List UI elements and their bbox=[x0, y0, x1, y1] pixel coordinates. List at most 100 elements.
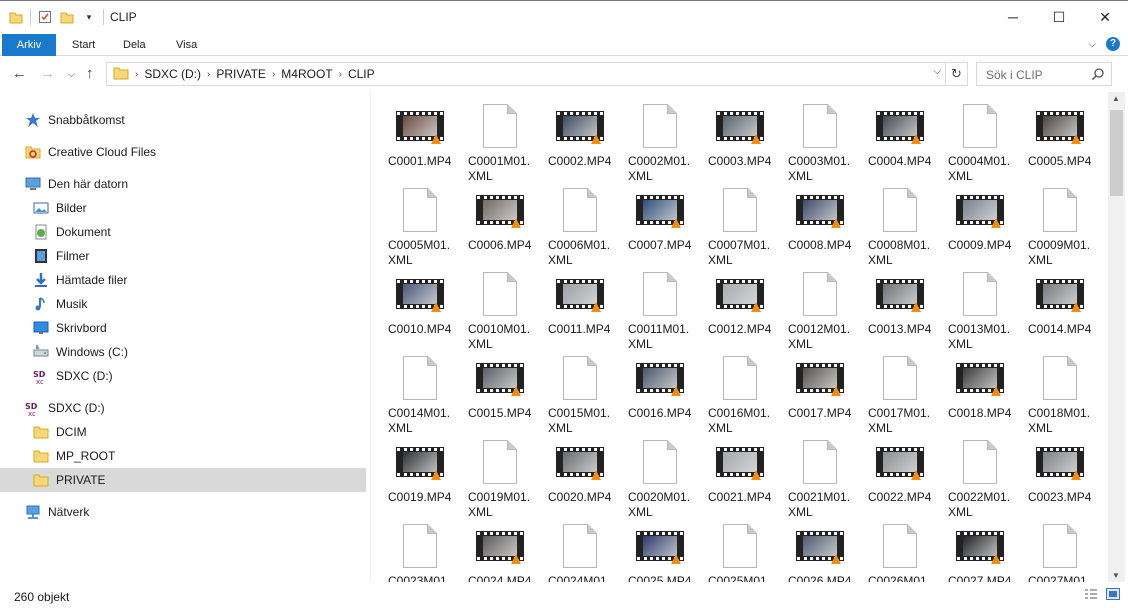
file-item[interactable]: C0009.MP4 bbox=[940, 184, 1020, 268]
help-icon[interactable]: ? bbox=[1106, 37, 1120, 51]
file-item[interactable]: C0009M01. XML bbox=[1020, 184, 1100, 268]
file-item[interactable]: C0025M01. bbox=[700, 520, 780, 582]
scroll-up-icon[interactable]: ▲ bbox=[1112, 94, 1120, 103]
file-item[interactable]: C0013M01. XML bbox=[940, 268, 1020, 352]
file-item[interactable]: C0004.MP4 bbox=[860, 100, 940, 184]
file-item[interactable]: C0005.MP4 bbox=[1020, 100, 1100, 184]
file-item[interactable]: C0015.MP4 bbox=[460, 352, 540, 436]
file-item[interactable]: C0007M01. XML bbox=[700, 184, 780, 268]
file-item[interactable]: C0025.MP4 bbox=[620, 520, 700, 582]
search-input[interactable]: Sök i CLIP bbox=[976, 62, 1112, 86]
tab-arkiv[interactable]: Arkiv bbox=[2, 34, 56, 56]
file-item[interactable]: C0021M01. XML bbox=[780, 436, 860, 520]
large-icons-view-icon[interactable] bbox=[1106, 588, 1120, 603]
file-item[interactable]: C0006M01. XML bbox=[540, 184, 620, 268]
search-icon[interactable] bbox=[1091, 67, 1105, 84]
breadcrumb-m4root[interactable]: M4ROOT bbox=[275, 67, 338, 81]
sidebar-item[interactable]: Musik bbox=[0, 292, 366, 316]
file-item[interactable]: C0024M01. bbox=[540, 520, 620, 582]
tab-visa[interactable]: Visa bbox=[162, 34, 211, 56]
breadcrumb-private[interactable]: PRIVATE bbox=[210, 67, 272, 81]
breadcrumb-clip[interactable]: CLIP bbox=[342, 67, 381, 81]
file-item[interactable]: C0023.MP4 bbox=[1020, 436, 1100, 520]
sidebar-item[interactable]: Bilder bbox=[0, 196, 366, 220]
sidebar-item[interactable]: Hämtade filer bbox=[0, 268, 366, 292]
sidebar-item[interactable]: Nätverk bbox=[0, 500, 366, 524]
file-item[interactable]: C0023M01. bbox=[380, 520, 460, 582]
file-item[interactable]: C0017M01. XML bbox=[860, 352, 940, 436]
close-button[interactable]: ✕ bbox=[1082, 1, 1128, 33]
file-item[interactable]: C0007.MP4 bbox=[620, 184, 700, 268]
file-item[interactable]: C0011M01. XML bbox=[620, 268, 700, 352]
properties-icon[interactable] bbox=[37, 9, 53, 25]
file-item[interactable]: C0014.MP4 bbox=[1020, 268, 1100, 352]
sidebar-item[interactable]: Snabbåtkomst bbox=[0, 108, 366, 132]
sidebar-item[interactable]: Filmer bbox=[0, 244, 366, 268]
file-item[interactable]: C0016M01. XML bbox=[700, 352, 780, 436]
file-item[interactable]: C0008M01. XML bbox=[860, 184, 940, 268]
file-item[interactable]: C0001M01. XML bbox=[460, 100, 540, 184]
file-item[interactable]: C0003.MP4 bbox=[700, 100, 780, 184]
breadcrumb-sdxc[interactable]: SDXC (D:) bbox=[138, 67, 207, 81]
file-item[interactable]: C0027.MP4 bbox=[940, 520, 1020, 582]
file-item[interactable]: C0011.MP4 bbox=[540, 268, 620, 352]
details-view-icon[interactable] bbox=[1084, 588, 1098, 603]
file-item[interactable]: C0002.MP4 bbox=[540, 100, 620, 184]
sidebar-item[interactable]: Creative Cloud Files bbox=[0, 140, 366, 164]
sidebar-item[interactable]: SD xc SDXC (D:) bbox=[0, 364, 366, 388]
file-item[interactable]: C0021.MP4 bbox=[700, 436, 780, 520]
file-item[interactable]: C0022M01. XML bbox=[940, 436, 1020, 520]
file-item[interactable]: C0016.MP4 bbox=[620, 352, 700, 436]
file-item[interactable]: C0003M01. XML bbox=[780, 100, 860, 184]
file-item[interactable]: C0026.MP4 bbox=[780, 520, 860, 582]
file-item[interactable]: C0012.MP4 bbox=[700, 268, 780, 352]
refresh-icon[interactable]: ↻ bbox=[945, 63, 967, 85]
file-item[interactable]: C0018.MP4 bbox=[940, 352, 1020, 436]
up-arrow-icon[interactable]: ↑ bbox=[86, 65, 94, 82]
file-item[interactable]: C0015M01. XML bbox=[540, 352, 620, 436]
file-item[interactable]: C0002M01. XML bbox=[620, 100, 700, 184]
file-item[interactable]: C0022.MP4 bbox=[860, 436, 940, 520]
file-item[interactable]: C0020M01. XML bbox=[620, 436, 700, 520]
sidebar-item[interactable]: Windows (C:) bbox=[0, 340, 366, 364]
minimize-button[interactable]: ─ bbox=[990, 1, 1036, 33]
pane-divider[interactable] bbox=[370, 92, 371, 582]
file-item[interactable]: C0006.MP4 bbox=[460, 184, 540, 268]
sidebar-item[interactable]: Dokument bbox=[0, 220, 366, 244]
scroll-down-icon[interactable]: ▼ bbox=[1112, 571, 1120, 580]
sidebar-item[interactable]: SD xc SDXC (D:) bbox=[0, 396, 366, 420]
file-item[interactable]: C0019M01. XML bbox=[460, 436, 540, 520]
back-arrow-icon[interactable]: ← bbox=[12, 65, 27, 82]
new-folder-icon[interactable] bbox=[59, 9, 75, 25]
file-item[interactable]: C0010.MP4 bbox=[380, 268, 460, 352]
sidebar-item[interactable]: MP_ROOT bbox=[0, 444, 366, 468]
file-item[interactable]: C0014M01. XML bbox=[380, 352, 460, 436]
file-item[interactable]: C0026M01. bbox=[860, 520, 940, 582]
file-item[interactable]: C0001.MP4 bbox=[380, 100, 460, 184]
file-item[interactable]: C0010M01. XML bbox=[460, 268, 540, 352]
file-item[interactable]: C0017.MP4 bbox=[780, 352, 860, 436]
file-item[interactable]: C0012M01. XML bbox=[780, 268, 860, 352]
file-item[interactable]: C0005M01. XML bbox=[380, 184, 460, 268]
forward-arrow-icon[interactable]: → bbox=[40, 65, 55, 82]
maximize-button[interactable]: ☐ bbox=[1036, 1, 1082, 33]
sidebar-item[interactable]: Skrivbord bbox=[0, 316, 366, 340]
file-item[interactable]: C0024.MP4 bbox=[460, 520, 540, 582]
file-item[interactable]: C0013.MP4 bbox=[860, 268, 940, 352]
sidebar-item[interactable]: DCIM bbox=[0, 420, 366, 444]
tab-start[interactable]: Start bbox=[58, 34, 109, 56]
recent-locations-icon[interactable]: ⌵ bbox=[68, 69, 75, 80]
vertical-scrollbar[interactable]: ▲ ▼ bbox=[1108, 92, 1125, 582]
file-item[interactable]: C0019.MP4 bbox=[380, 436, 460, 520]
tab-dela[interactable]: Dela bbox=[109, 34, 160, 56]
file-item[interactable]: C0018M01. XML bbox=[1020, 352, 1100, 436]
file-item[interactable]: C0020.MP4 bbox=[540, 436, 620, 520]
customize-qat-icon[interactable]: ▾ bbox=[81, 9, 97, 25]
address-bar[interactable]: › SDXC (D:) › PRIVATE › M4ROOT › CLIP ⌵ … bbox=[106, 62, 968, 86]
file-item[interactable]: C0008.MP4 bbox=[780, 184, 860, 268]
scrollbar-thumb[interactable] bbox=[1110, 110, 1123, 196]
sidebar-item[interactable]: Den här datorn bbox=[0, 172, 366, 196]
address-dropdown-icon[interactable]: ⌵ bbox=[933, 66, 941, 77]
file-item[interactable]: C0027M01. bbox=[1020, 520, 1100, 582]
expand-ribbon-icon[interactable]: ⌵ bbox=[1088, 39, 1096, 50]
